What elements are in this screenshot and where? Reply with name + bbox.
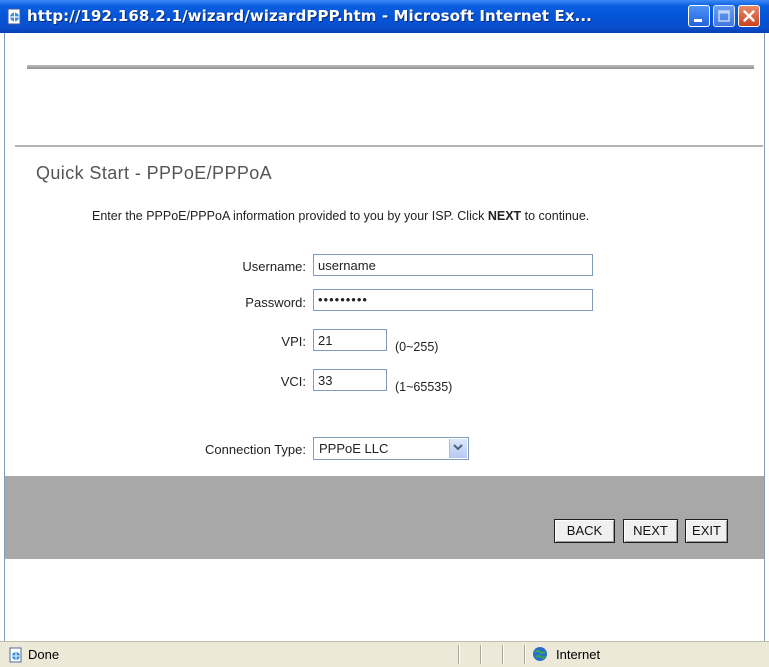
password-input[interactable]: ••••••••• <box>313 289 593 311</box>
vpi-label: VPI: <box>281 334 306 349</box>
maximize-icon <box>718 10 730 22</box>
internet-globe-icon <box>533 647 547 661</box>
password-label: Password: <box>245 295 306 310</box>
status-text: Done <box>28 647 60 662</box>
status-divider <box>458 645 460 664</box>
status-divider <box>480 645 482 664</box>
close-icon <box>743 10 755 22</box>
instructions-before: Enter the PPPoE/PPPoA information provid… <box>92 209 488 223</box>
username-input[interactable] <box>313 254 593 276</box>
section-divider <box>15 145 763 147</box>
instructions-text: Enter the PPPoE/PPPoA information provid… <box>92 209 589 223</box>
minimize-button[interactable] <box>688 5 710 27</box>
connection-type-select[interactable]: PPPoE LLC <box>313 437 469 460</box>
connection-type-value: PPPoE LLC <box>319 441 389 456</box>
vci-range-hint: (1~65535) <box>395 380 453 394</box>
page-title: Quick Start - PPPoE/PPPoA <box>36 163 273 183</box>
maximize-button[interactable] <box>713 5 735 27</box>
top-divider <box>27 65 754 69</box>
browser-window: http://192.168.2.1/wizard/wizardPPP.htm … <box>0 0 769 667</box>
username-label: Username: <box>242 259 306 274</box>
status-divider <box>524 645 526 664</box>
title-bar[interactable]: http://192.168.2.1/wizard/wizardPPP.htm … <box>0 0 769 33</box>
vpi-input[interactable] <box>313 329 387 351</box>
back-button[interactable]: BACK <box>554 519 615 543</box>
vpi-range-hint: (0~255) <box>395 340 439 354</box>
instructions-after: to continue. <box>521 209 590 223</box>
close-button[interactable] <box>738 5 760 27</box>
chevron-down-icon <box>453 444 463 451</box>
status-divider <box>502 645 504 664</box>
window-title: http://192.168.2.1/wizard/wizardPPP.htm … <box>27 7 592 25</box>
vci-input[interactable] <box>313 369 387 391</box>
vci-label: VCI: <box>280 374 306 389</box>
page-done-icon <box>9 647 22 663</box>
status-bar: Done Internet <box>0 641 769 667</box>
next-button[interactable]: NEXT <box>623 519 678 543</box>
zone-text: Internet <box>556 647 601 662</box>
page-content: Quick Start - PPPoE/PPPoA Enter the PPPo… <box>4 33 765 641</box>
minimize-icon <box>694 19 702 22</box>
ie-page-icon <box>7 8 21 25</box>
instructions-emphasis: NEXT <box>487 209 522 223</box>
button-bar <box>5 476 764 559</box>
dropdown-button[interactable] <box>449 439 467 458</box>
connection-type-label: Connection Type: <box>205 442 306 457</box>
exit-button[interactable]: EXIT <box>685 519 728 543</box>
